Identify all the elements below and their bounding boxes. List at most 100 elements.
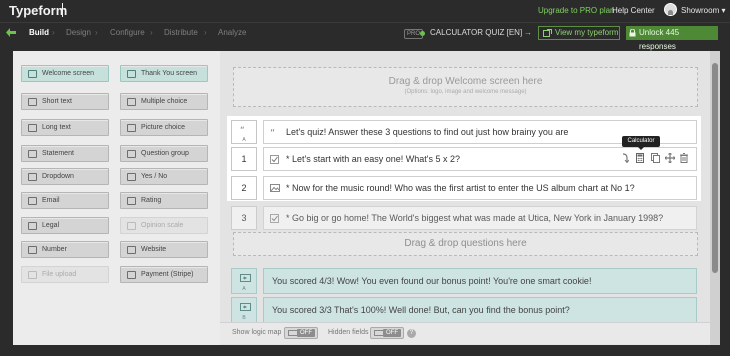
canvas-bottom-bar: Show logic map OFF Hidden fields OFF ?: [220, 322, 710, 344]
field-welcome-screen-button[interactable]: Welcome screen: [21, 65, 109, 82]
picture-choice-icon: [270, 184, 280, 192]
logic-jump-icon[interactable]: [621, 153, 629, 163]
thankyou-screen-icon: [240, 274, 251, 282]
dropdown-icon: [28, 173, 37, 181]
website-icon: [127, 246, 136, 254]
rating-icon: [127, 197, 136, 205]
question-box[interactable]: * Let's start with an easy one! What's 5…: [263, 147, 697, 171]
trash-icon[interactable]: [680, 153, 688, 163]
field-label: Short text: [42, 98, 72, 105]
build-nav-bar: Build › Design › Configure › Distribute …: [0, 22, 730, 51]
svg-text:“: “: [270, 128, 275, 136]
move-icon[interactable]: [665, 153, 675, 163]
field-file-upload-button: File upload: [21, 266, 109, 283]
yes-no-icon: [127, 173, 136, 181]
thankyou-icon: [127, 70, 136, 78]
welcome-icon: [28, 70, 37, 78]
field-picture-choice-button[interactable]: Picture choice: [120, 119, 208, 136]
thankyou-screen-icon: [240, 303, 251, 311]
result-sub: B: [242, 315, 246, 321]
arrow-right-icon[interactable]: →: [524, 28, 532, 37]
payment-icon: [127, 271, 136, 279]
field-statement-button[interactable]: Statement: [21, 145, 109, 162]
question-box[interactable]: * Go big or go home! The World's biggest…: [263, 206, 697, 230]
multiple-choice-icon: [127, 98, 136, 106]
duplicate-icon[interactable]: [651, 153, 660, 163]
field-dropdown-button[interactable]: Dropdown: [21, 168, 109, 185]
nav-separator: ›: [150, 28, 153, 37]
field-opinion-scale-button: Opinion scale: [120, 217, 208, 234]
field-label: Legal: [42, 222, 60, 229]
user-menu[interactable]: Showroom ▾: [681, 6, 726, 15]
question-text: * Now for the music round! Who was the f…: [286, 183, 635, 193]
canvas-scrollbar[interactable]: [710, 51, 720, 345]
logic-map-toggle[interactable]: OFF: [284, 327, 318, 339]
unlock-responses-button[interactable]: Unlock 445 responses: [626, 26, 718, 51]
question-group-icon: [127, 150, 136, 158]
field-payment-stripe-button[interactable]: Payment (Stripe): [120, 266, 208, 283]
field-rating-button[interactable]: Rating: [120, 192, 208, 209]
field-email-button[interactable]: Email: [21, 192, 109, 209]
tab-configure[interactable]: Configure: [110, 28, 145, 37]
help-center-link[interactable]: Help Center: [612, 6, 655, 15]
result-row[interactable]: A You scored 4/3! Wow! You even found ou…: [231, 268, 697, 294]
unlock-button-label: Unlock 445 responses: [639, 28, 680, 51]
result-row[interactable]: B You scored 3/3 That's 100%! Well done!…: [231, 297, 697, 323]
toggle-state: OFF: [383, 329, 401, 337]
result-text: You scored 4/3! Wow! You even found our …: [272, 276, 592, 286]
field-multiple-choice-button[interactable]: Multiple choice: [120, 93, 208, 110]
result-text: You scored 3/3 That's 100%! Well done! B…: [272, 305, 570, 315]
help-icon[interactable]: ?: [407, 329, 416, 338]
question-number: “ A: [231, 120, 257, 144]
field-label: Yes / No: [141, 173, 168, 180]
tab-distribute[interactable]: Distribute: [164, 28, 198, 37]
field-label: Number: [42, 246, 67, 253]
field-short-text-button[interactable]: Short text: [21, 93, 109, 110]
calculator-icon[interactable]: [636, 153, 644, 163]
lock-icon: [629, 29, 636, 37]
opinion-scale-icon: [127, 222, 136, 230]
field-website-button[interactable]: Website: [120, 241, 208, 258]
upgrade-link[interactable]: Upgrade to PRO plan: [538, 6, 615, 15]
view-my-typeform-button[interactable]: View my typeform: [538, 26, 620, 40]
view-button-label: View my typeform: [555, 28, 619, 37]
result-marker: B: [231, 297, 257, 323]
field-label: Website: [141, 246, 167, 253]
hidden-fields-toggle[interactable]: OFF: [370, 327, 404, 339]
logic-map-label: Show logic map: [232, 329, 282, 336]
question-sub: A: [242, 137, 246, 143]
field-question-group-button[interactable]: Question group: [120, 145, 208, 162]
back-arrow-icon[interactable]: [6, 28, 16, 37]
legal-icon: [28, 222, 37, 230]
field-thank-you-screen-button[interactable]: Thank You screen: [120, 65, 208, 82]
field-yes-no-button[interactable]: Yes / No: [120, 168, 208, 185]
welcome-drop-hint: (Options: logo, image and welcome messag…: [404, 89, 527, 95]
nav-separator: ›: [204, 28, 207, 37]
welcome-screen-dropzone[interactable]: Drag & drop Welcome screen here (Options…: [233, 67, 698, 107]
field-label: Statement: [42, 150, 74, 157]
field-legal-button[interactable]: Legal: [21, 217, 109, 234]
question-box[interactable]: * Now for the music round! Who was the f…: [263, 176, 697, 200]
calculator-tooltip: Calculator: [622, 136, 660, 150]
svg-text:“: “: [240, 126, 245, 133]
questions-dropzone[interactable]: Drag & drop questions here: [233, 232, 698, 256]
nav-separator: ›: [95, 28, 98, 37]
hidden-fields-label: Hidden fields: [328, 329, 369, 336]
field-label: Email: [42, 197, 60, 204]
scroll-thumb[interactable]: [712, 63, 718, 273]
result-box[interactable]: You scored 3/3 That's 100%! Well done! B…: [263, 297, 697, 323]
question-row[interactable]: 2 * Now for the music round! Who was the…: [231, 176, 697, 200]
field-number-button[interactable]: Number: [21, 241, 109, 258]
typeform-logo[interactable]: Typeform: [9, 3, 67, 18]
tab-analyze[interactable]: Analyze: [218, 28, 246, 37]
question-number: 3: [231, 206, 257, 230]
tab-build[interactable]: Build: [29, 28, 49, 37]
avatar[interactable]: [664, 3, 677, 16]
field-long-text-button[interactable]: Long text: [21, 119, 109, 136]
question-text: Let's quiz! Answer these 3 questions to …: [286, 127, 569, 137]
question-row[interactable]: 3 * Go big or go home! The World's bigge…: [231, 206, 697, 230]
form-title[interactable]: CALCULATOR QUIZ [EN]: [430, 28, 522, 37]
tab-design[interactable]: Design: [66, 28, 91, 37]
result-box[interactable]: You scored 4/3! Wow! You even found our …: [263, 268, 697, 294]
user-name: Showroom: [681, 6, 720, 15]
